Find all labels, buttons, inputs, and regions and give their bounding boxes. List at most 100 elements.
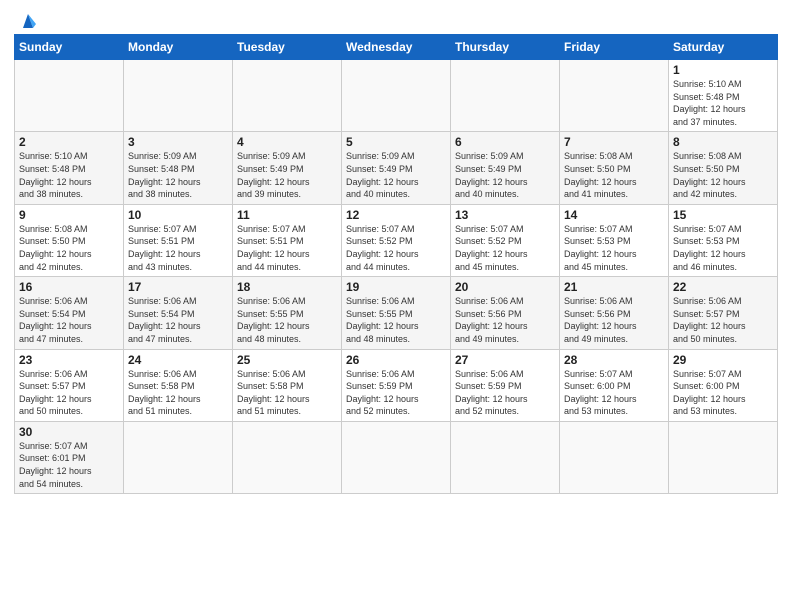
calendar-cell: 10Sunrise: 5:07 AM Sunset: 5:51 PM Dayli… (124, 204, 233, 276)
calendar-page: SundayMondayTuesdayWednesdayThursdayFrid… (0, 0, 792, 612)
day-number: 24 (128, 353, 228, 367)
day-number: 22 (673, 280, 773, 294)
calendar-cell: 27Sunrise: 5:06 AM Sunset: 5:59 PM Dayli… (451, 349, 560, 421)
calendar-cell: 22Sunrise: 5:06 AM Sunset: 5:57 PM Dayli… (669, 277, 778, 349)
weekday-header-cell: Sunday (15, 35, 124, 60)
day-number: 1 (673, 63, 773, 77)
calendar-cell: 13Sunrise: 5:07 AM Sunset: 5:52 PM Dayli… (451, 204, 560, 276)
day-info: Sunrise: 5:10 AM Sunset: 5:48 PM Dayligh… (19, 150, 119, 200)
calendar-cell (451, 60, 560, 132)
calendar-cell (342, 60, 451, 132)
day-info: Sunrise: 5:09 AM Sunset: 5:49 PM Dayligh… (455, 150, 555, 200)
day-number: 28 (564, 353, 664, 367)
calendar-week-row: 30Sunrise: 5:07 AM Sunset: 6:01 PM Dayli… (15, 421, 778, 493)
day-number: 2 (19, 135, 119, 149)
day-info: Sunrise: 5:07 AM Sunset: 5:53 PM Dayligh… (673, 223, 773, 273)
day-number: 27 (455, 353, 555, 367)
weekday-header-cell: Saturday (669, 35, 778, 60)
calendar-cell (233, 60, 342, 132)
day-info: Sunrise: 5:07 AM Sunset: 6:00 PM Dayligh… (564, 368, 664, 418)
day-info: Sunrise: 5:06 AM Sunset: 5:55 PM Dayligh… (346, 295, 446, 345)
day-info: Sunrise: 5:07 AM Sunset: 5:53 PM Dayligh… (564, 223, 664, 273)
calendar-cell (451, 421, 560, 493)
day-info: Sunrise: 5:06 AM Sunset: 5:57 PM Dayligh… (19, 368, 119, 418)
calendar-cell (342, 421, 451, 493)
weekday-header-cell: Wednesday (342, 35, 451, 60)
day-info: Sunrise: 5:06 AM Sunset: 5:56 PM Dayligh… (564, 295, 664, 345)
day-info: Sunrise: 5:06 AM Sunset: 5:57 PM Dayligh… (673, 295, 773, 345)
day-info: Sunrise: 5:07 AM Sunset: 5:51 PM Dayligh… (128, 223, 228, 273)
calendar-cell: 24Sunrise: 5:06 AM Sunset: 5:58 PM Dayli… (124, 349, 233, 421)
calendar-cell: 25Sunrise: 5:06 AM Sunset: 5:58 PM Dayli… (233, 349, 342, 421)
day-number: 7 (564, 135, 664, 149)
day-number: 9 (19, 208, 119, 222)
day-number: 17 (128, 280, 228, 294)
calendar-cell: 30Sunrise: 5:07 AM Sunset: 6:01 PM Dayli… (15, 421, 124, 493)
calendar-cell: 11Sunrise: 5:07 AM Sunset: 5:51 PM Dayli… (233, 204, 342, 276)
calendar-cell: 20Sunrise: 5:06 AM Sunset: 5:56 PM Dayli… (451, 277, 560, 349)
weekday-header-cell: Friday (560, 35, 669, 60)
calendar-cell: 17Sunrise: 5:06 AM Sunset: 5:54 PM Dayli… (124, 277, 233, 349)
calendar-cell: 6Sunrise: 5:09 AM Sunset: 5:49 PM Daylig… (451, 132, 560, 204)
day-info: Sunrise: 5:10 AM Sunset: 5:48 PM Dayligh… (673, 78, 773, 128)
calendar-cell: 2Sunrise: 5:10 AM Sunset: 5:48 PM Daylig… (15, 132, 124, 204)
weekday-header-row: SundayMondayTuesdayWednesdayThursdayFrid… (15, 35, 778, 60)
calendar-week-row: 9Sunrise: 5:08 AM Sunset: 5:50 PM Daylig… (15, 204, 778, 276)
day-info: Sunrise: 5:09 AM Sunset: 5:48 PM Dayligh… (128, 150, 228, 200)
calendar-cell (124, 421, 233, 493)
calendar-week-row: 16Sunrise: 5:06 AM Sunset: 5:54 PM Dayli… (15, 277, 778, 349)
day-info: Sunrise: 5:06 AM Sunset: 5:56 PM Dayligh… (455, 295, 555, 345)
calendar-cell: 23Sunrise: 5:06 AM Sunset: 5:57 PM Dayli… (15, 349, 124, 421)
day-info: Sunrise: 5:08 AM Sunset: 5:50 PM Dayligh… (564, 150, 664, 200)
day-number: 30 (19, 425, 119, 439)
day-info: Sunrise: 5:06 AM Sunset: 5:59 PM Dayligh… (455, 368, 555, 418)
day-number: 29 (673, 353, 773, 367)
day-info: Sunrise: 5:07 AM Sunset: 5:52 PM Dayligh… (455, 223, 555, 273)
day-number: 6 (455, 135, 555, 149)
calendar-body: 1Sunrise: 5:10 AM Sunset: 5:48 PM Daylig… (15, 60, 778, 494)
calendar-cell (560, 60, 669, 132)
day-info: Sunrise: 5:07 AM Sunset: 5:52 PM Dayligh… (346, 223, 446, 273)
day-number: 8 (673, 135, 773, 149)
calendar-week-row: 2Sunrise: 5:10 AM Sunset: 5:48 PM Daylig… (15, 132, 778, 204)
weekday-header-cell: Tuesday (233, 35, 342, 60)
calendar-cell: 3Sunrise: 5:09 AM Sunset: 5:48 PM Daylig… (124, 132, 233, 204)
day-number: 19 (346, 280, 446, 294)
day-number: 23 (19, 353, 119, 367)
calendar-cell: 19Sunrise: 5:06 AM Sunset: 5:55 PM Dayli… (342, 277, 451, 349)
day-info: Sunrise: 5:08 AM Sunset: 5:50 PM Dayligh… (673, 150, 773, 200)
calendar-cell: 8Sunrise: 5:08 AM Sunset: 5:50 PM Daylig… (669, 132, 778, 204)
calendar-cell: 16Sunrise: 5:06 AM Sunset: 5:54 PM Dayli… (15, 277, 124, 349)
day-number: 14 (564, 208, 664, 222)
day-number: 18 (237, 280, 337, 294)
day-number: 12 (346, 208, 446, 222)
calendar-cell: 9Sunrise: 5:08 AM Sunset: 5:50 PM Daylig… (15, 204, 124, 276)
calendar-cell: 18Sunrise: 5:06 AM Sunset: 5:55 PM Dayli… (233, 277, 342, 349)
day-number: 3 (128, 135, 228, 149)
calendar-cell (15, 60, 124, 132)
day-info: Sunrise: 5:07 AM Sunset: 6:00 PM Dayligh… (673, 368, 773, 418)
calendar-cell: 12Sunrise: 5:07 AM Sunset: 5:52 PM Dayli… (342, 204, 451, 276)
calendar-cell: 5Sunrise: 5:09 AM Sunset: 5:49 PM Daylig… (342, 132, 451, 204)
calendar-table: SundayMondayTuesdayWednesdayThursdayFrid… (14, 34, 778, 494)
day-number: 16 (19, 280, 119, 294)
calendar-week-row: 1Sunrise: 5:10 AM Sunset: 5:48 PM Daylig… (15, 60, 778, 132)
calendar-cell (560, 421, 669, 493)
day-number: 5 (346, 135, 446, 149)
logo-icon (17, 10, 39, 28)
day-info: Sunrise: 5:06 AM Sunset: 5:55 PM Dayligh… (237, 295, 337, 345)
day-info: Sunrise: 5:07 AM Sunset: 5:51 PM Dayligh… (237, 223, 337, 273)
calendar-cell: 4Sunrise: 5:09 AM Sunset: 5:49 PM Daylig… (233, 132, 342, 204)
calendar-cell (124, 60, 233, 132)
calendar-cell (669, 421, 778, 493)
day-info: Sunrise: 5:08 AM Sunset: 5:50 PM Dayligh… (19, 223, 119, 273)
weekday-header-cell: Thursday (451, 35, 560, 60)
calendar-cell (233, 421, 342, 493)
calendar-cell: 21Sunrise: 5:06 AM Sunset: 5:56 PM Dayli… (560, 277, 669, 349)
day-number: 13 (455, 208, 555, 222)
day-number: 25 (237, 353, 337, 367)
calendar-cell: 29Sunrise: 5:07 AM Sunset: 6:00 PM Dayli… (669, 349, 778, 421)
day-info: Sunrise: 5:07 AM Sunset: 6:01 PM Dayligh… (19, 440, 119, 490)
day-number: 4 (237, 135, 337, 149)
logo (14, 10, 39, 28)
